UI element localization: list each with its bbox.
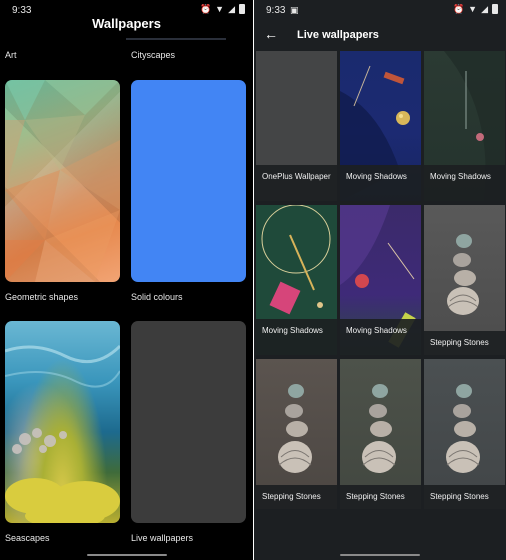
status-time: 9:33 — [266, 5, 286, 16]
gesture-nav-bar[interactable] — [86, 554, 167, 556]
wallpaper-caption: Moving Shadows — [424, 165, 505, 201]
status-icons: ⏰ ▼ ◢ — [200, 4, 245, 15]
live-wallpapers-screen: 9:33 ▣ ⏰ ▼ ◢ ← Live wallpapers OnePlus W… — [254, 0, 506, 560]
seascape-image — [5, 344, 120, 523]
solid-colours-tile[interactable] — [131, 80, 246, 282]
page-title: Wallpapers — [92, 16, 161, 31]
image-notification-icon: ▣ — [290, 5, 299, 15]
wallpaper-caption: Moving Shadows — [256, 319, 337, 355]
status-bar: 9:33 ▣ ⏰ ▼ ◢ — [254, 0, 506, 20]
wallpaper-caption: Stepping Stones — [424, 331, 505, 355]
wallpaper-oneplus[interactable]: OnePlus Wallpaper — [256, 51, 337, 201]
battery-icon — [492, 4, 498, 14]
arrow-left-icon[interactable]: ← — [264, 26, 278, 42]
wallpaper-caption: Stepping Stones — [340, 485, 421, 509]
category-label-seascapes[interactable]: Seascapes — [5, 533, 50, 543]
wallpaper-stepping-stones-3[interactable]: Stepping Stones — [340, 359, 421, 509]
geometric-shapes-tile[interactable] — [5, 80, 120, 282]
wifi-icon: ▼ — [215, 4, 225, 14]
alarm-icon: ⏰ — [199, 4, 212, 14]
wallpaper-caption: Moving Shadows — [340, 165, 421, 201]
signal-icon: ◢ — [481, 4, 488, 14]
category-label-art[interactable]: Art — [5, 50, 17, 60]
wallpaper-caption: OnePlus Wallpaper — [256, 165, 337, 201]
category-label-live-wallpapers[interactable]: Live wallpapers — [131, 533, 193, 543]
status-icons: ⏰ ▼ ◢ — [453, 4, 498, 15]
wallpaper-caption: Stepping Stones — [256, 485, 337, 509]
wallpaper-caption: Moving Shadows — [340, 319, 421, 355]
battery-icon — [239, 4, 245, 14]
wallpapers-screen: 9:33 ⏰ ▼ ◢ Wallpapers Art Cityscapes Geo… — [0, 0, 253, 560]
wallpaper-stepping-stones-1[interactable]: Stepping Stones — [424, 205, 505, 355]
alarm-icon: ⏰ — [452, 4, 465, 14]
seascapes-tile[interactable] — [5, 321, 120, 523]
wallpaper-caption: Stepping Stones — [424, 485, 505, 509]
wallpaper-stepping-stones-4[interactable]: Stepping Stones — [424, 359, 505, 509]
signal-icon: ◢ — [228, 4, 235, 14]
cityscapes-tile-edge — [126, 38, 226, 40]
gesture-nav-bar[interactable] — [340, 554, 420, 556]
category-label-solid-colours[interactable]: Solid colours — [131, 292, 183, 302]
wallpaper-moving-shadows-2[interactable]: Moving Shadows — [424, 51, 505, 201]
geometric-pattern — [5, 80, 120, 282]
wallpaper-moving-shadows-3[interactable]: Moving Shadows — [256, 205, 337, 355]
category-label-geometric-shapes[interactable]: Geometric shapes — [5, 292, 78, 302]
status-time: 9:33 — [12, 5, 32, 16]
live-wallpapers-tile[interactable] — [131, 321, 246, 523]
category-label-cityscapes[interactable]: Cityscapes — [131, 50, 175, 60]
page-title: Live wallpapers — [297, 29, 379, 41]
wallpaper-moving-shadows-1[interactable]: Moving Shadows — [340, 51, 421, 201]
wifi-icon: ▼ — [468, 4, 478, 14]
app-bar: ← Live wallpapers — [254, 20, 506, 50]
wallpaper-stepping-stones-2[interactable]: Stepping Stones — [256, 359, 337, 509]
wallpaper-moving-shadows-4[interactable]: Moving Shadows — [340, 205, 421, 355]
